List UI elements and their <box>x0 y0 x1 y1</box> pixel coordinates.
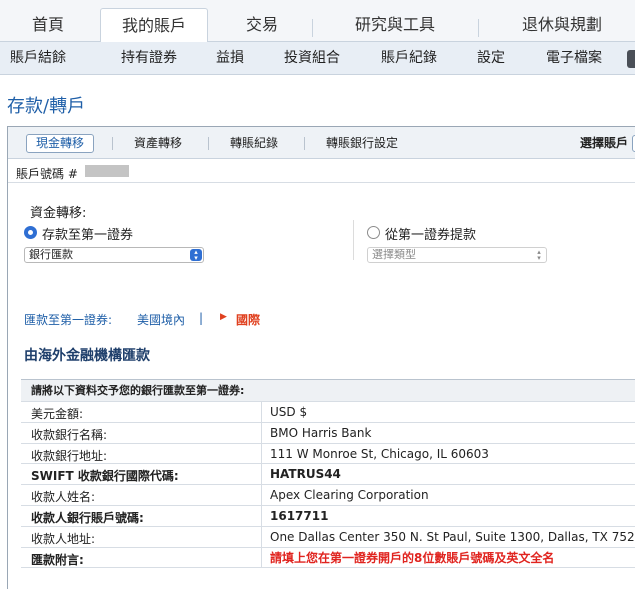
wire-info-table: 請將以下資料交予您的銀行匯款至第一證券: 美元金額: USD $ 收款銀行名稱:… <box>21 379 635 569</box>
divider <box>353 220 354 260</box>
link-domestic[interactable]: 美國境內 <box>137 311 185 328</box>
row-label: 匯款附言: <box>31 552 84 567</box>
row-value: 請填上您在第一證券開戶的8位數賬戶號碼及英文全名 <box>261 547 554 568</box>
row-label: 收款人地址: <box>31 531 96 546</box>
tab-cash-transfer[interactable]: 現金轉移 <box>26 134 95 153</box>
wire-info-header: 請將以下資料交予您的銀行匯款至第一證券: <box>21 380 635 402</box>
transfer-panel: 現金轉移 資產轉移 轉賬紀錄 轉賬銀行設定 選擇賬戶 賬戶號碼 # 資金轉移: … <box>7 126 635 589</box>
row-label: 收款人銀行賬戶號碼: <box>31 510 144 525</box>
section-title: 由海外金融機構匯款 <box>24 348 150 364</box>
row-label: 收款銀行名稱: <box>31 427 108 442</box>
link-international[interactable]: 國際 <box>236 311 260 328</box>
funds-transfer-label: 資金轉移: <box>30 206 87 221</box>
withdraw-radio[interactable] <box>367 226 380 239</box>
table-row: 美元金額: USD $ <box>21 402 635 423</box>
row-value: Apex Clearing Corporation <box>261 485 429 506</box>
table-row: 收款人姓名: Apex Clearing Corporation <box>21 485 635 506</box>
top-nav-tabs: 首頁 我的賬戶 交易 研究與工具 退休與規劃 <box>0 8 635 43</box>
withdraw-radio-label[interactable]: 從第一證券提款 <box>385 224 476 243</box>
subnav-more-button[interactable] <box>627 50 635 68</box>
row-value: 111 W Monroe St, Chicago, IL 60603 <box>261 443 489 464</box>
subnav-balances[interactable]: 賬戶結餘 <box>10 42 66 75</box>
subnav-gain-loss[interactable]: 益損 <box>216 42 244 75</box>
tab-retirement-planning[interactable]: 退休與規劃 <box>482 8 635 42</box>
wire-destination-label: 匯款至第一證券: <box>24 313 113 327</box>
deposit-method-select[interactable]: 銀行匯款 ▴ ▾ <box>24 247 204 263</box>
account-number-row: 賬戶號碼 # <box>8 159 635 183</box>
subnav-portfolio[interactable]: 投資組合 <box>284 42 340 75</box>
row-value: HATRUS44 <box>261 464 341 485</box>
link-separator: | <box>199 311 204 325</box>
row-label: 美元金額: <box>31 407 84 421</box>
row-value: USD $ <box>261 402 307 422</box>
table-row: 收款銀行名稱: BMO Harris Bank <box>21 422 635 444</box>
choose-account-label: 選擇賬戶 <box>580 136 629 150</box>
subnav-history[interactable]: 賬戶紀錄 <box>381 42 437 75</box>
tab-asset-transfer[interactable]: 資產轉移 <box>134 127 182 159</box>
tab-bank-settings[interactable]: 轉賬銀行設定 <box>326 127 398 159</box>
row-label: SWIFT 收款銀行國際代碼: <box>31 469 179 484</box>
row-value: 1617711 <box>261 505 328 526</box>
tab-home[interactable]: 首頁 <box>0 8 96 42</box>
tab-trade[interactable]: 交易 <box>212 8 312 42</box>
account-number-label: 賬戶號碼 # <box>16 167 78 181</box>
row-label: 收款人姓名: <box>31 490 96 505</box>
deposit-radio-label[interactable]: 存款至第一證券 <box>42 224 133 243</box>
select-arrows-icon: ▴ ▾ <box>190 249 202 262</box>
withdraw-type-select[interactable]: 選擇類型 ▴ ▾ <box>367 247 547 263</box>
top-nav: 首頁 我的賬戶 交易 研究與工具 退休與規劃 <box>0 0 635 43</box>
deposit-radio[interactable] <box>24 226 37 239</box>
tab-transfer-history[interactable]: 轉賬紀錄 <box>230 127 278 159</box>
sub-nav: 賬戶結餘 持有證券 益損 投資組合 賬戶紀錄 設定 電子檔案 <box>0 42 635 75</box>
row-value: BMO Harris Bank <box>261 422 371 443</box>
deposit-method-value: 銀行匯款 <box>29 248 73 261</box>
table-row: SWIFT 收款銀行國際代碼: HATRUS44 <box>21 464 635 486</box>
row-label: 收款銀行地址: <box>31 448 108 463</box>
tab-my-account[interactable]: 我的賬戶 <box>100 8 208 43</box>
account-number-redacted <box>85 165 129 177</box>
subnav-documents[interactable]: 電子檔案 <box>546 42 602 75</box>
subnav-settings[interactable]: 設定 <box>477 42 505 75</box>
table-row: 收款人銀行賬戶號碼: 1617711 <box>21 505 635 527</box>
row-value: One Dallas Center 350 N. St Paul, Suite … <box>261 526 635 547</box>
triangle-right-icon: ▶ <box>220 312 227 322</box>
page-title: 存款/轉戶 <box>7 96 86 117</box>
table-row: 收款銀行地址: 111 W Monroe St, Chicago, IL 606… <box>21 443 635 465</box>
subnav-positions[interactable]: 持有證券 <box>121 42 177 75</box>
tab-research-tools[interactable]: 研究與工具 <box>315 8 475 42</box>
table-row: 收款人地址: One Dallas Center 350 N. St Paul,… <box>21 526 635 548</box>
table-row: 匯款附言: 請填上您在第一證券開戶的8位數賬戶號碼及英文全名 <box>21 547 635 569</box>
panel-tabs: 現金轉移 資產轉移 轉賬紀錄 轉賬銀行設定 選擇賬戶 <box>8 127 635 159</box>
select-arrows-icon: ▴ ▾ <box>537 248 541 262</box>
withdraw-type-value: 選擇類型 <box>372 248 416 261</box>
